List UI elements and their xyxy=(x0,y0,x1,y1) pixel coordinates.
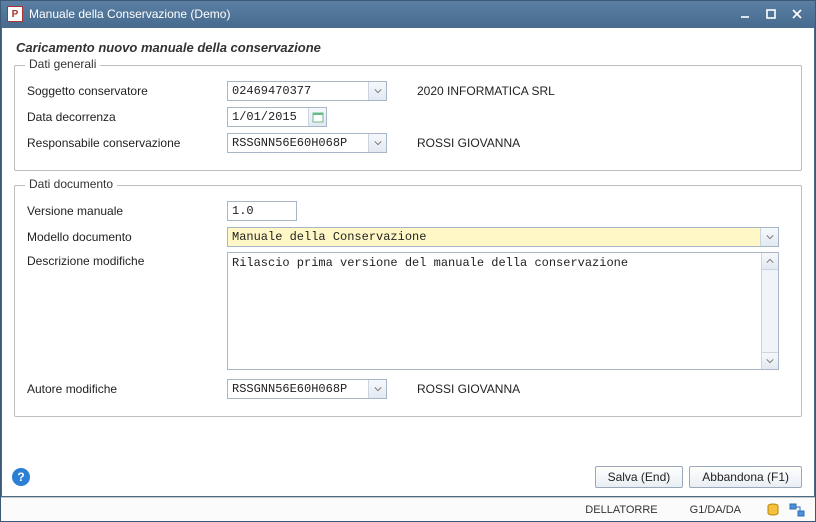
label-descrizione-modifiche: Descrizione modifiche xyxy=(27,252,227,268)
soggetto-conservatore-value: 02469470377 xyxy=(228,84,315,98)
soggetto-conservatore-combo[interactable]: 02469470377 xyxy=(227,81,387,101)
database-icon[interactable] xyxy=(765,502,781,518)
soggetto-conservatore-name: 2020 INFORMATICA SRL xyxy=(417,84,555,98)
abandon-button[interactable]: Abbandona (F1) xyxy=(689,466,802,488)
scroll-up-icon[interactable] xyxy=(762,253,778,270)
autore-modifiche-name: ROSSI GIOVANNA xyxy=(417,382,520,396)
statusbar: DELLATORRE G1/DA/DA xyxy=(1,497,815,521)
content-area: Caricamento nuovo manuale della conserva… xyxy=(1,27,815,497)
calendar-icon[interactable] xyxy=(308,108,326,126)
maximize-button[interactable] xyxy=(759,5,783,23)
descrizione-modifiche-textarea[interactable]: Rilascio prima versione del manuale dell… xyxy=(227,252,779,370)
descrizione-modifiche-value: Rilascio prima versione del manuale dell… xyxy=(228,253,761,369)
chevron-down-icon[interactable] xyxy=(368,82,386,100)
textarea-scrollbar[interactable] xyxy=(761,253,778,369)
label-autore-modifiche: Autore modifiche xyxy=(27,382,227,396)
modello-documento-value: Manuale della Conservazione xyxy=(228,230,760,244)
status-user: DELLATORRE xyxy=(585,504,657,516)
label-modello-documento: Modello documento xyxy=(27,230,227,244)
close-button[interactable] xyxy=(785,5,809,23)
label-data-decorrenza: Data decorrenza xyxy=(27,110,227,124)
chevron-down-icon[interactable] xyxy=(368,134,386,152)
window-title: Manuale della Conservazione (Demo) xyxy=(29,7,731,21)
autore-modifiche-combo[interactable]: RSSGNN56E60H068P xyxy=(227,379,387,399)
responsabile-conservazione-combo[interactable]: RSSGNN56E60H068P xyxy=(227,133,387,153)
data-decorrenza-input[interactable]: 1/01/2015 xyxy=(227,107,327,127)
app-icon: P xyxy=(7,6,23,22)
action-row: ? Salva (End) Abbandona (F1) xyxy=(14,460,802,488)
chevron-down-icon[interactable] xyxy=(760,228,778,246)
status-context: G1/DA/DA xyxy=(690,504,741,516)
minimize-button[interactable] xyxy=(733,5,757,23)
modello-documento-combo[interactable]: Manuale della Conservazione xyxy=(227,227,779,247)
label-soggetto-conservatore: Soggetto conservatore xyxy=(27,84,227,98)
chevron-down-icon[interactable] xyxy=(368,380,386,398)
responsabile-conservazione-name: ROSSI GIOVANNA xyxy=(417,136,520,150)
versione-manuale-input[interactable]: 1.0 xyxy=(227,201,297,221)
titlebar: P Manuale della Conservazione (Demo) xyxy=(1,1,815,27)
save-button[interactable]: Salva (End) xyxy=(595,466,684,488)
network-icon[interactable] xyxy=(789,502,805,518)
legend-dati-generali: Dati generali xyxy=(25,57,100,71)
responsabile-conservazione-value: RSSGNN56E60H068P xyxy=(228,136,351,150)
scroll-down-icon[interactable] xyxy=(762,352,778,369)
data-decorrenza-value: 1/01/2015 xyxy=(228,110,308,124)
help-icon[interactable]: ? xyxy=(12,468,30,486)
app-window: P Manuale della Conservazione (Demo) Car… xyxy=(0,0,816,522)
page-title: Caricamento nuovo manuale della conserva… xyxy=(16,40,802,55)
label-versione-manuale: Versione manuale xyxy=(27,204,227,218)
label-responsabile-conservazione: Responsabile conservazione xyxy=(27,136,227,150)
legend-dati-documento: Dati documento xyxy=(25,177,117,191)
autore-modifiche-value: RSSGNN56E60H068P xyxy=(228,382,351,396)
group-dati-generali: Dati generali Soggetto conservatore 0246… xyxy=(14,65,802,171)
group-dati-documento: Dati documento Versione manuale 1.0 Mode… xyxy=(14,185,802,417)
